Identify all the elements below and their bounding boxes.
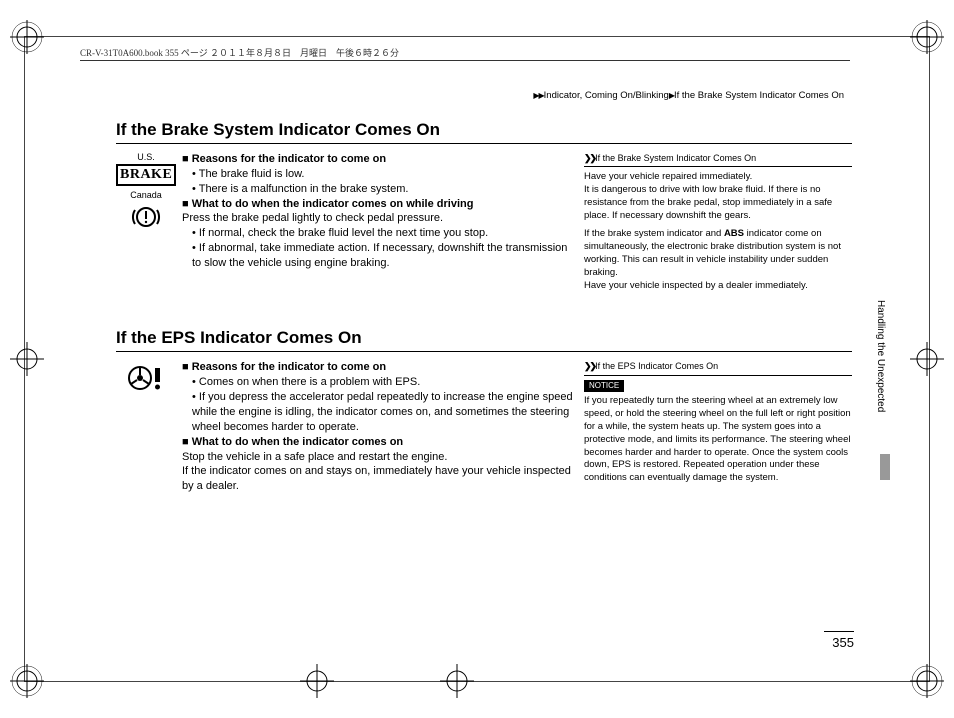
bullet: The brake fluid is low. (192, 167, 574, 182)
eps-indicator-icon (116, 364, 176, 394)
notice-badge: NOTICE (584, 380, 624, 393)
chevron-icon: ❯❯ (584, 153, 595, 163)
cropmark-icon (910, 664, 944, 698)
label-canada: Canada (116, 190, 176, 200)
breadcrumb-item: Indicator, Coming On/Blinking (544, 90, 669, 101)
section-eps: ■ Reasons for the indicator to come on C… (116, 360, 852, 494)
bullet: If you depress the accelerator pedal rep… (192, 390, 574, 435)
side-text: If you repeatedly turn the steering whee… (584, 395, 852, 485)
cropmark-icon (910, 342, 944, 376)
sidebar-heading: ❯❯If the Brake System Indicator Comes On (584, 152, 852, 167)
sidebar-eps: ❯❯If the EPS Indicator Comes On NOTICE I… (584, 360, 852, 494)
label-us: U.S. (116, 152, 176, 162)
cropmark-icon (910, 20, 944, 54)
breadcrumb-item: If the Brake System Indicator Comes On (674, 90, 844, 101)
side-text: Have your vehicle repaired immediately. (584, 171, 752, 182)
side-text: If the brake system indicator and ABS in… (584, 228, 852, 292)
body-text: Stop the vehicle in a safe place and res… (182, 450, 574, 465)
subhead-reasons: ■ Reasons for the indicator to come on (182, 153, 386, 165)
bullet: If normal, check the brake fluid level t… (192, 226, 574, 241)
cropmark-icon (10, 20, 44, 54)
section-title-brake: If the Brake System Indicator Comes On (116, 120, 852, 144)
body-text: If the indicator comes on and stays on, … (182, 464, 574, 494)
page-content: If the Brake System Indicator Comes On U… (116, 120, 852, 494)
sidebar-head-text: If the EPS Indicator Comes On (595, 361, 718, 371)
cropmark-icon (10, 342, 44, 376)
bullet: There is a malfunction in the brake syst… (192, 182, 574, 197)
breadcrumb-arrow-icon: ▶▶ (533, 91, 543, 100)
sidebar-brake: ❯❯If the Brake System Indicator Comes On… (584, 152, 852, 298)
section-title-eps: If the EPS Indicator Comes On (116, 328, 852, 352)
sidebar-head-text: If the Brake System Indicator Comes On (595, 153, 756, 163)
bullet: If abnormal, take immediate action. If n… (192, 241, 574, 271)
section-brake: U.S. BRAKE Canada ■ Reasons for the indi… (116, 152, 852, 298)
cropmark-icon (300, 664, 334, 698)
chapter-tab: Handling the Unexpected (875, 300, 886, 412)
breadcrumb: ▶▶Indicator, Coming On/Blinking▶If the B… (533, 90, 844, 101)
chevron-icon: ❯❯ (584, 361, 595, 371)
brake-warning-icon (116, 202, 176, 234)
book-info-text: CR-V-31T0A600.book 355 ページ ２０１１年８月８日 月曜日… (80, 48, 399, 58)
page-number: 355 (832, 635, 854, 650)
body-text: Press the brake pedal lightly to check p… (182, 211, 574, 226)
subhead-whattodo: ■ What to do when the indicator comes on… (182, 198, 473, 210)
body-brake: ■ Reasons for the indicator to come on T… (176, 152, 584, 298)
side-text: It is dangerous to drive with low brake … (584, 184, 832, 221)
thumb-index-block (880, 454, 890, 480)
subhead-whattodo: ■ What to do when the indicator comes on (182, 436, 403, 448)
bullet: Comes on when there is a problem with EP… (192, 375, 574, 390)
indicator-icons-eps (116, 360, 176, 494)
indicator-icons-brake: U.S. BRAKE Canada (116, 152, 176, 298)
brake-indicator-icon: BRAKE (116, 164, 176, 186)
sidebar-heading: ❯❯If the EPS Indicator Comes On (584, 360, 852, 375)
cropmark-icon (440, 664, 474, 698)
page-number-rule (824, 631, 854, 632)
header-rule (80, 60, 850, 61)
book-header: CR-V-31T0A600.book 355 ページ ２０１１年８月８日 月曜日… (80, 46, 399, 59)
cropmark-icon (10, 664, 44, 698)
subhead-reasons: ■ Reasons for the indicator to come on (182, 361, 386, 373)
body-eps: ■ Reasons for the indicator to come on C… (176, 360, 584, 494)
